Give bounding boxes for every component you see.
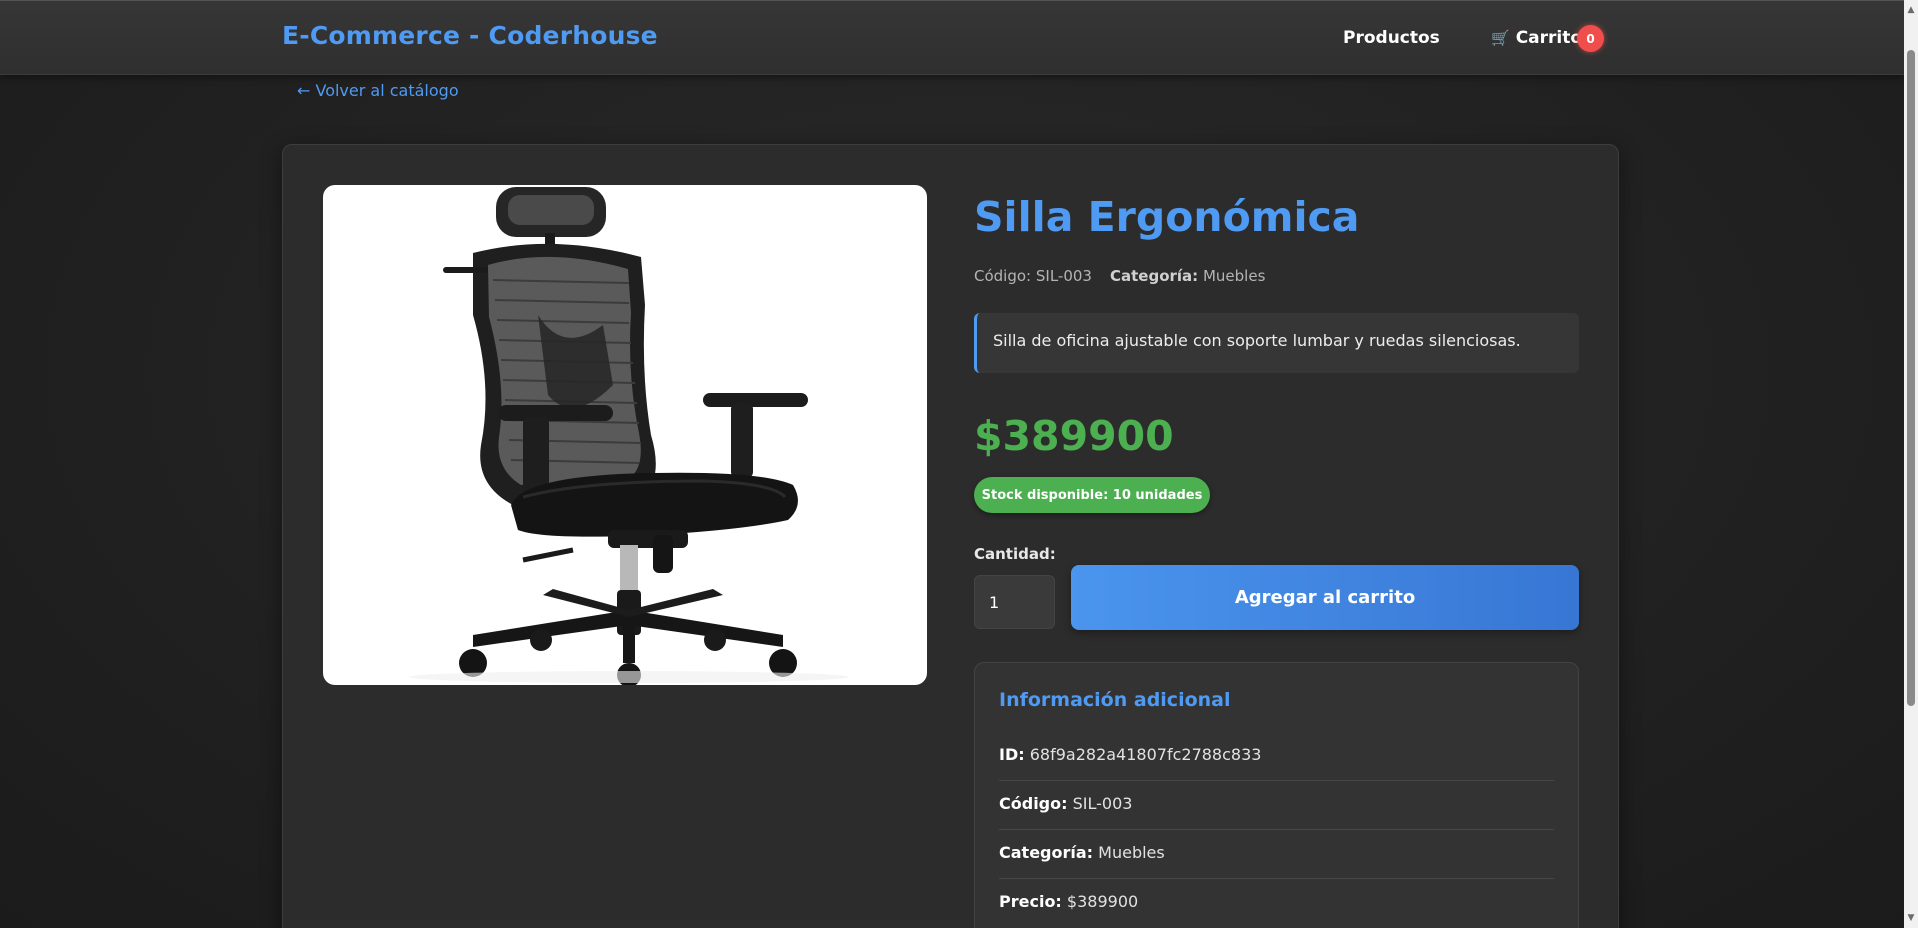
page: E-Commerce - Coderhouse Productos 🛒 Carr… [0, 0, 1918, 928]
product-code-value: SIL-003 [1035, 267, 1092, 285]
back-to-catalog-link[interactable]: ← Volver al catálogo [297, 81, 459, 100]
product-description: Silla de oficina ajustable con soporte l… [974, 313, 1579, 373]
shopping-cart-icon: 🛒 [1491, 29, 1510, 47]
info-divider [999, 829, 1554, 830]
cart-label: Carrito [1515, 28, 1583, 48]
info-row-value: Muebles [1098, 843, 1165, 862]
info-row-price: Precio: $389900 [999, 892, 1554, 911]
product-image [323, 185, 927, 685]
info-row-label: Precio: [999, 892, 1062, 911]
chair-illustration [409, 187, 849, 685]
stock-badge: Stock disponible: 10 unidades [974, 477, 1210, 513]
product-category: Categoría: Muebles [1110, 267, 1265, 285]
info-divider [999, 780, 1554, 781]
info-divider [999, 878, 1554, 879]
info-row-code: Código: SIL-003 [999, 794, 1554, 813]
info-row-value: SIL-003 [1072, 794, 1133, 813]
top-navbar: E-Commerce - Coderhouse Productos 🛒 Carr… [0, 0, 1904, 75]
product-title: Silla Ergonómica [974, 193, 1360, 241]
info-row-label: ID: [999, 745, 1025, 764]
add-to-cart-button[interactable]: Agregar al carrito [1071, 565, 1579, 630]
product-price: $389900 [974, 412, 1174, 460]
scroll-up-arrow-icon[interactable]: ▲ [1905, 4, 1917, 16]
scrollbar-thumb[interactable] [1907, 50, 1915, 706]
quantity-label: Cantidad: [974, 545, 1056, 563]
info-row-label: Código: [999, 794, 1068, 813]
product-code-label: Código: [974, 267, 1032, 285]
product-code: Código: SIL-003 [974, 267, 1092, 285]
brand-logo[interactable]: E-Commerce - Coderhouse [282, 21, 658, 50]
cart-count-badge: 0 [1577, 25, 1604, 52]
nav-link-cart[interactable]: 🛒 Carrito [1491, 28, 1582, 48]
info-row-value: 68f9a282a41807fc2788c833 [1029, 745, 1262, 764]
nav-link-productos[interactable]: Productos [1343, 28, 1440, 48]
quantity-input[interactable] [974, 575, 1055, 629]
product-category-label: Categoría: [1110, 267, 1199, 285]
info-row-label: Categoría: [999, 843, 1094, 862]
additional-info-title: Información adicional [999, 689, 1231, 711]
product-category-value: Muebles [1202, 267, 1266, 285]
scroll-down-arrow-icon[interactable]: ▼ [1905, 912, 1917, 924]
info-row-id: ID: 68f9a282a41807fc2788c833 [999, 745, 1554, 764]
info-row-value: $389900 [1066, 892, 1139, 911]
info-row-category: Categoría: Muebles [999, 843, 1554, 862]
